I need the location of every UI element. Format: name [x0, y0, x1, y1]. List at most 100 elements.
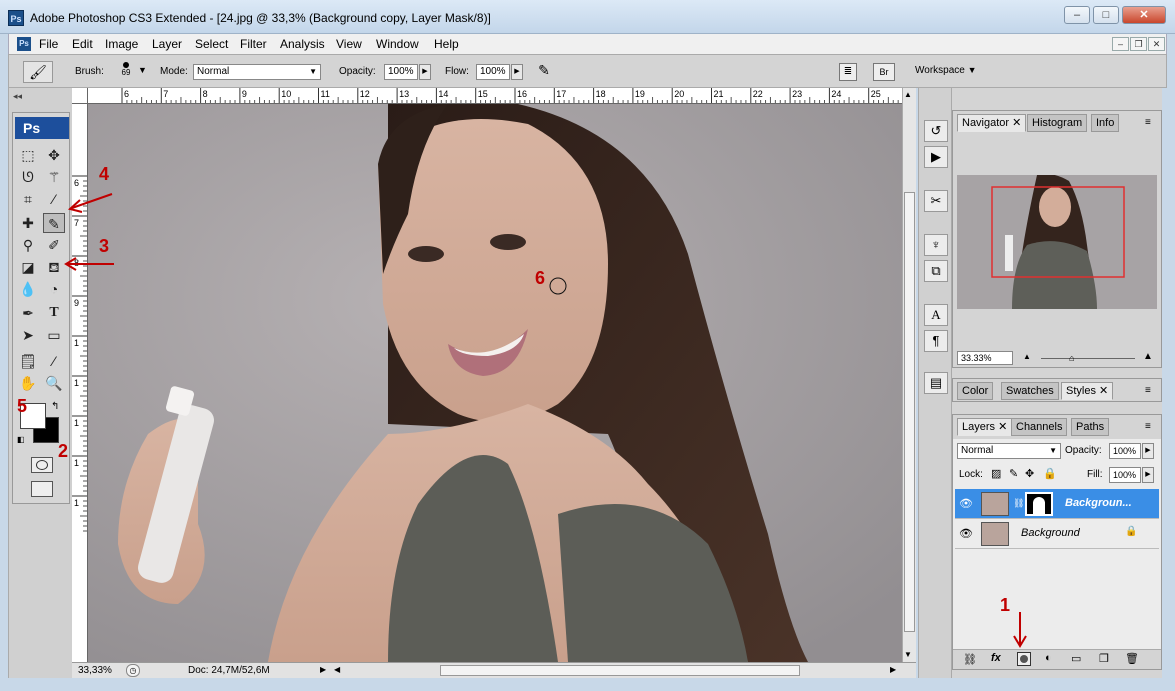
- layer-opacity-slider-button[interactable]: ▶: [1142, 443, 1154, 459]
- default-colors-icon[interactable]: ◧: [17, 435, 25, 444]
- bridge-icon[interactable]: Br: [873, 63, 895, 81]
- panel-menu-icon[interactable]: ≡: [1145, 421, 1151, 432]
- blur-tool-icon[interactable]: 💧: [17, 279, 39, 299]
- tab-styles[interactable]: Styles ✕: [1061, 382, 1114, 400]
- brush-tool-icon[interactable]: ✎: [43, 213, 65, 233]
- horizontal-scroll-thumb[interactable]: [440, 665, 800, 676]
- fill-slider-button[interactable]: ▶: [1142, 467, 1154, 483]
- doc-restore-button[interactable]: ❐: [1130, 37, 1147, 51]
- doc-minimize-button[interactable]: –: [1112, 37, 1129, 51]
- eye-icon[interactable]: 👁: [959, 497, 973, 510]
- opacity-slider-button[interactable]: ▶: [419, 64, 431, 80]
- lock-all-icon[interactable]: 🔒: [1043, 467, 1057, 480]
- crop-tool-icon[interactable]: ⌗: [17, 189, 39, 209]
- color-sampler-tool-icon[interactable]: ⁄: [43, 351, 65, 371]
- tab-layers[interactable]: Layers ✕: [957, 418, 1013, 436]
- navigator-zoom-input[interactable]: 33.33%: [957, 351, 1013, 365]
- notes-tool-icon[interactable]: 🗒: [17, 351, 39, 371]
- collapse-icon[interactable]: ◂◂: [13, 91, 22, 102]
- menu-filter[interactable]: Filter: [240, 37, 267, 51]
- navigator-thumbnail[interactable]: [957, 173, 1157, 309]
- menu-help[interactable]: Help: [434, 37, 459, 51]
- brush-preset-icon[interactable]: 🖌: [23, 61, 53, 83]
- tab-histogram[interactable]: Histogram: [1027, 114, 1088, 132]
- opacity-input[interactable]: 100%: [384, 64, 418, 80]
- menu-view[interactable]: View: [336, 37, 362, 51]
- link-layers-icon[interactable]: ⛓: [963, 653, 977, 666]
- zoom-in-icon[interactable]: ▲: [1143, 351, 1153, 362]
- type-tool-icon[interactable]: T: [43, 303, 65, 323]
- zoom-slider-thumb[interactable]: ⌂: [1069, 353, 1074, 363]
- rectangle-tool-icon[interactable]: ▭: [43, 325, 65, 345]
- screen-mode-button[interactable]: [31, 481, 53, 497]
- healing-brush-tool-icon[interactable]: ✚: [17, 213, 39, 233]
- doc-close-button[interactable]: ✕: [1148, 37, 1165, 51]
- zoom-level[interactable]: 33,33%: [78, 665, 112, 676]
- horizontal-ruler[interactable]: 6 7 8 9 10 11 12 13 14 15 16 17 18 19 20 21 22 23 24 25: [88, 88, 902, 104]
- swap-colors-icon[interactable]: ↰: [51, 401, 59, 412]
- zoom-tool-icon[interactable]: 🔍: [43, 373, 65, 393]
- quick-mask-button[interactable]: [31, 457, 53, 473]
- tab-info[interactable]: Info: [1091, 114, 1120, 132]
- status-arrow-icon[interactable]: ▶: [320, 665, 326, 674]
- maximize-button[interactable]: □: [1093, 6, 1119, 24]
- mode-select[interactable]: Normal ▼: [193, 64, 321, 80]
- adjustment-layer-icon[interactable]: ◐: [1045, 652, 1052, 664]
- hand-tool-icon[interactable]: ✋: [17, 373, 39, 393]
- blend-mode-select[interactable]: Normal ▼: [957, 443, 1061, 459]
- menu-file[interactable]: File: [39, 37, 58, 51]
- minimize-button[interactable]: –: [1064, 6, 1090, 24]
- menu-select[interactable]: Select: [195, 37, 228, 51]
- panel-menu-icon[interactable]: ≡: [1145, 117, 1151, 128]
- actions-panel-icon[interactable]: ▶: [924, 146, 948, 168]
- scroll-thumb[interactable]: [904, 192, 915, 632]
- path-selection-tool-icon[interactable]: ➤: [17, 325, 39, 345]
- layer-name[interactable]: Background: [1021, 527, 1080, 539]
- menu-edit[interactable]: Edit: [72, 37, 93, 51]
- status-menu-icon[interactable]: ◷: [126, 664, 140, 677]
- scroll-left-icon[interactable]: ◀: [334, 665, 340, 674]
- paragraph-panel-icon[interactable]: ¶: [924, 330, 948, 352]
- layer-opacity-input[interactable]: 100%: [1109, 443, 1141, 459]
- layer-style-icon[interactable]: fx: [991, 652, 1001, 664]
- clone-stamp-tool-icon[interactable]: ⚲: [17, 235, 39, 255]
- link-icon[interactable]: ⛓: [1013, 498, 1024, 509]
- tool-presets-panel-icon[interactable]: ✂: [924, 190, 948, 212]
- dodge-tool-icon[interactable]: ◔: [43, 279, 65, 299]
- workspace-menu[interactable]: Workspace ▼: [915, 65, 977, 76]
- vertical-ruler[interactable]: 678911111: [72, 104, 88, 662]
- history-panel-icon[interactable]: ↺: [924, 120, 948, 142]
- marquee-tool-icon[interactable]: ⬚: [17, 145, 39, 165]
- ruler-origin[interactable]: [72, 88, 88, 104]
- layer-row-background-copy[interactable]: 👁 ⛓ Backgroun...: [955, 489, 1159, 519]
- layer-mask-thumbnail[interactable]: [1025, 492, 1053, 516]
- tab-navigator[interactable]: Navigator ✕: [957, 114, 1027, 132]
- tool-presets-icon[interactable]: ≣: [839, 63, 857, 81]
- new-layer-icon[interactable]: ❐: [1099, 652, 1109, 665]
- scroll-up-icon[interactable]: ▲: [904, 90, 912, 99]
- move-tool-icon[interactable]: ✥: [43, 145, 65, 165]
- tab-channels[interactable]: Channels: [1011, 418, 1068, 436]
- ps-menu-icon[interactable]: Ps: [17, 37, 31, 51]
- airbrush-icon[interactable]: ✎: [533, 62, 555, 82]
- brushes-panel-icon[interactable]: ♆: [924, 234, 948, 256]
- lock-transparency-icon[interactable]: ▨: [991, 467, 1001, 480]
- eraser-tool-icon[interactable]: ◪: [17, 257, 39, 277]
- canvas-image[interactable]: [88, 104, 902, 662]
- tab-color[interactable]: Color: [957, 382, 994, 400]
- tab-swatches[interactable]: Swatches: [1001, 382, 1059, 400]
- close-button[interactable]: ✕: [1122, 6, 1166, 24]
- layer-row-background[interactable]: 👁 Background 🔒: [955, 519, 1159, 549]
- magic-wand-tool-icon[interactable]: ⚚: [43, 167, 65, 187]
- menu-window[interactable]: Window: [376, 37, 419, 51]
- pen-tool-icon[interactable]: ✒: [17, 303, 39, 323]
- scroll-right-icon[interactable]: ▶: [890, 665, 896, 674]
- zoom-slider-track[interactable]: [1041, 358, 1135, 359]
- layer-comps-panel-icon[interactable]: ▤: [924, 372, 948, 394]
- lasso-tool-icon[interactable]: ᘎ: [17, 167, 39, 187]
- panel-menu-icon[interactable]: ≡: [1145, 385, 1151, 396]
- eye-icon[interactable]: 👁: [959, 527, 973, 540]
- zoom-out-icon[interactable]: ▲: [1023, 352, 1031, 361]
- lock-pixels-icon[interactable]: ✎: [1009, 467, 1018, 480]
- menu-analysis[interactable]: Analysis: [280, 37, 325, 51]
